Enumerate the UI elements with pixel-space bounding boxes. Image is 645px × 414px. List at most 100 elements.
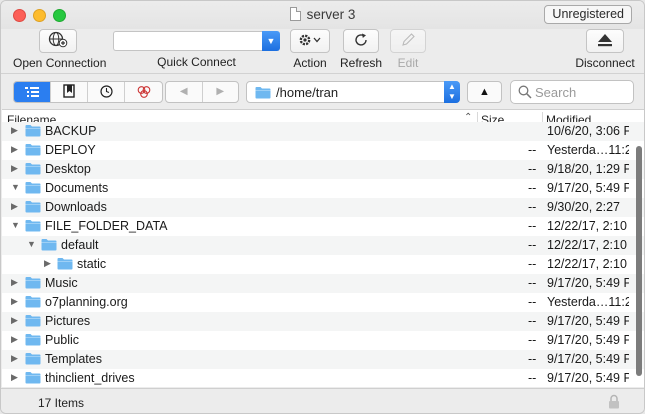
pencil-icon bbox=[402, 33, 415, 46]
file-name: thinclient_drives bbox=[45, 371, 135, 385]
item-count: 17 Items bbox=[38, 396, 85, 410]
table-row[interactable]: ▶ Music -- 9/17/20, 5:49 P bbox=[2, 274, 644, 293]
disclosure-triangle-icon[interactable]: ▶ bbox=[11, 315, 18, 326]
disclosure-triangle-icon[interactable]: ▶ bbox=[11, 144, 18, 155]
folder-icon bbox=[255, 87, 271, 99]
refresh-icon bbox=[355, 33, 367, 46]
file-size: -- bbox=[528, 219, 537, 233]
history-tab[interactable] bbox=[88, 82, 125, 102]
file-modified: 9/17/20, 5:49 P bbox=[547, 333, 629, 347]
file-browser-window: server 3 Unregistered Open Connection ▼ … bbox=[0, 0, 645, 414]
file-modified: 12/22/17, 2:10 bbox=[547, 238, 627, 252]
edit-label: Edit bbox=[397, 56, 419, 70]
file-size: -- bbox=[528, 200, 537, 214]
quick-connect-dropdown[interactable]: ▼ bbox=[262, 31, 280, 51]
path-dropdown[interactable]: ▲ ▼ bbox=[444, 81, 460, 103]
file-modified: 9/18/20, 1:29 P bbox=[547, 162, 629, 176]
file-size: -- bbox=[528, 238, 537, 252]
search-icon bbox=[518, 85, 532, 99]
folder-icon bbox=[25, 162, 41, 178]
table-row[interactable]: ▼ default -- 12/22/17, 2:10 bbox=[2, 236, 644, 255]
file-modified: 9/17/20, 5:49 P bbox=[547, 352, 629, 366]
table-row[interactable]: ▼ FILE_FOLDER_DATA -- 12/22/17, 2:10 bbox=[2, 217, 644, 236]
gear-icon bbox=[299, 34, 321, 46]
bonjour-tab[interactable] bbox=[125, 82, 162, 102]
disclosure-triangle-icon[interactable]: ▶ bbox=[11, 372, 18, 383]
disconnect-label: Disconnect bbox=[575, 56, 635, 70]
open-connection-button[interactable] bbox=[39, 29, 77, 53]
file-size: -- bbox=[528, 295, 537, 309]
file-size: -- bbox=[528, 257, 537, 271]
window-title: server 3 bbox=[306, 7, 356, 22]
vertical-scrollbar[interactable] bbox=[636, 146, 642, 376]
file-modified: 9/17/20, 5:49 P bbox=[547, 181, 629, 195]
parent-directory-button[interactable]: ▲ bbox=[467, 81, 502, 103]
table-row[interactable]: ▶ o7planning.org -- Yesterda…11:24 bbox=[2, 293, 644, 312]
unregistered-badge[interactable]: Unregistered bbox=[544, 5, 632, 24]
file-size: -- bbox=[528, 333, 537, 347]
refresh-item[interactable]: Refresh bbox=[340, 29, 382, 70]
folder-icon bbox=[25, 333, 41, 349]
file-name: Templates bbox=[45, 352, 102, 366]
folder-icon bbox=[25, 200, 41, 216]
action-button[interactable] bbox=[290, 29, 330, 53]
disclosure-expanded-icon[interactable]: ▼ bbox=[11, 182, 20, 192]
open-connection-item[interactable]: Open Connection bbox=[13, 29, 106, 70]
table-row[interactable]: ▶ Pictures -- 9/17/20, 5:49 P bbox=[2, 312, 644, 331]
table-row[interactable]: ▼ Documents -- 9/17/20, 5:49 P bbox=[2, 179, 644, 198]
file-size: -- bbox=[528, 314, 537, 328]
disclosure-triangle-icon[interactable]: ▶ bbox=[11, 353, 18, 364]
file-modified: 9/17/20, 5:49 P bbox=[547, 314, 629, 328]
table-row[interactable]: ▶ Templates -- 9/17/20, 5:49 P bbox=[2, 350, 644, 369]
folder-icon bbox=[25, 371, 41, 387]
disclosure-triangle-icon[interactable]: ▶ bbox=[11, 277, 18, 288]
disclosure-triangle-icon[interactable]: ▶ bbox=[44, 258, 51, 269]
path-selector[interactable]: /home/tran ▲ ▼ bbox=[246, 81, 460, 103]
search-field[interactable]: Search bbox=[510, 80, 634, 104]
view-segmented-control bbox=[13, 81, 163, 103]
chevron-left-icon: ◀ bbox=[179, 86, 188, 97]
folder-icon bbox=[25, 314, 41, 330]
eject-icon bbox=[598, 34, 612, 47]
disclosure-expanded-icon[interactable]: ▼ bbox=[11, 220, 20, 230]
folder-icon bbox=[25, 124, 41, 140]
table-row[interactable]: ▶ static -- 12/22/17, 2:10 bbox=[2, 255, 644, 274]
toolbar: Open Connection ▼ Quick Connect Action R… bbox=[1, 29, 644, 71]
folder-icon bbox=[25, 143, 41, 159]
edit-button[interactable] bbox=[390, 29, 426, 53]
bookmarks-tab[interactable] bbox=[51, 82, 88, 102]
disclosure-triangle-icon[interactable]: ▶ bbox=[11, 125, 18, 136]
browser-view-tab[interactable] bbox=[14, 82, 51, 102]
status-bar: 17 Items bbox=[1, 388, 644, 413]
forward-button[interactable]: ▶ bbox=[203, 82, 239, 102]
refresh-button[interactable] bbox=[343, 29, 379, 53]
file-name: Downloads bbox=[45, 200, 107, 214]
file-modified: 12/22/17, 2:10 bbox=[547, 219, 627, 233]
file-name: DEPLOY bbox=[45, 143, 96, 157]
file-name: BACKUP bbox=[45, 124, 97, 138]
edit-item[interactable]: Edit bbox=[389, 29, 427, 70]
table-row[interactable]: ▶ Public -- 9/17/20, 5:49 P bbox=[2, 331, 644, 350]
back-button[interactable]: ◀ bbox=[166, 82, 203, 102]
table-row[interactable]: ▶ thinclient_drives -- 9/17/20, 5:49 P bbox=[2, 369, 644, 387]
disclosure-triangle-icon[interactable]: ▶ bbox=[11, 334, 18, 345]
table-row[interactable]: ▶ Downloads -- 9/30/20, 2:27 bbox=[2, 198, 644, 217]
disconnect-button[interactable] bbox=[586, 29, 624, 53]
disclosure-triangle-icon[interactable]: ▶ bbox=[11, 163, 18, 174]
table-row[interactable]: ▶ Desktop -- 9/18/20, 1:29 P bbox=[2, 160, 644, 179]
disconnect-item[interactable]: Disconnect bbox=[574, 29, 636, 70]
action-item[interactable]: Action bbox=[288, 29, 332, 70]
folder-icon bbox=[25, 276, 41, 292]
table-row[interactable]: ▶ DEPLOY -- Yesterda…11:23 bbox=[2, 141, 644, 160]
disclosure-triangle-icon[interactable]: ▶ bbox=[11, 296, 18, 307]
file-name: FILE_FOLDER_DATA bbox=[45, 219, 168, 233]
disclosure-expanded-icon[interactable]: ▼ bbox=[27, 239, 36, 249]
quick-connect-input[interactable] bbox=[113, 31, 263, 51]
disclosure-triangle-icon[interactable]: ▶ bbox=[11, 201, 18, 212]
folder-icon bbox=[57, 257, 73, 273]
file-size: -- bbox=[528, 162, 537, 176]
table-row[interactable]: ▶ BACKUP 10/6/20, 3:06 PM bbox=[2, 122, 644, 141]
file-table: Filename ⌃ Size Modified ▶ BACKUP 10/6/2… bbox=[2, 109, 644, 387]
file-name: o7planning.org bbox=[45, 295, 128, 309]
folder-icon bbox=[25, 352, 41, 368]
